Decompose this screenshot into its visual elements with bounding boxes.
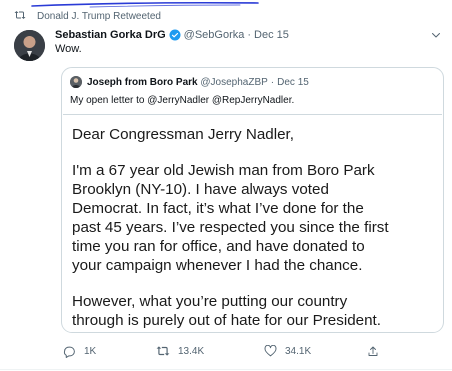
tweet-divider — [0, 369, 452, 370]
separator: · — [270, 76, 275, 88]
like-icon — [264, 345, 277, 357]
chevron-down-icon[interactable] — [430, 28, 442, 46]
reply-count: 1K — [84, 345, 97, 357]
quote-date[interactable]: Dec 15 — [277, 77, 309, 88]
quote-text: My open letter to @JerryNadler @RepJerry… — [70, 95, 295, 106]
author-handle[interactable]: @SebGorka — [184, 29, 245, 41]
author-avatar[interactable] — [14, 30, 45, 61]
retweet-count: 13.4K — [178, 345, 205, 357]
tweet-text: Wow. — [55, 43, 82, 55]
tweet-actions: 1K 13.4K 34.1K — [55, 342, 415, 360]
quote-author-name[interactable]: Joseph from Boro Park — [87, 77, 198, 88]
retweet-context[interactable]: Donald J. Trump Retweeted — [14, 9, 161, 23]
quoted-tweet[interactable]: Joseph from Boro Park @JosephaZBP · Dec … — [61, 67, 444, 333]
tweet-date[interactable]: Dec 15 — [254, 29, 289, 41]
letter-line: However, what you’re putting our country — [72, 293, 348, 310]
quote-author-handle[interactable]: @JosephaZBP — [200, 77, 267, 88]
like-count: 34.1K — [285, 345, 312, 357]
author-name[interactable]: Sebastian Gorka DrG — [55, 29, 166, 41]
letter-line: I'm a 67 year old Jewish man from Boro P… — [72, 162, 375, 179]
letter-line: time you ran for office, and have donate… — [72, 238, 365, 255]
letter-line: past 45 years. I’ve respected you since … — [72, 219, 389, 236]
retweet-icon — [14, 10, 28, 23]
retweet-context-label: Donald J. Trump Retweeted — [37, 10, 161, 22]
reply-icon — [63, 346, 75, 358]
tweet-header: Sebastian Gorka DrG @SebGorka · Dec 15 — [55, 28, 442, 42]
quote-avatar[interactable] — [70, 76, 82, 88]
letter-image[interactable]: Dear Congressman Jerry Nadler, I'm a 67 … — [63, 114, 442, 332]
verified-badge-icon — [169, 29, 181, 41]
letter-line: your campaign whenever I had the chance. — [72, 257, 363, 274]
separator: · — [247, 29, 252, 41]
like-button[interactable]: 34.1K — [264, 342, 311, 360]
quote-header: Joseph from Boro Park @JosephaZBP · Dec … — [70, 75, 309, 89]
letter-line: through is purely out of hate for our Pr… — [72, 312, 381, 329]
reply-button[interactable]: 1K — [63, 342, 96, 360]
retweet-button[interactable]: 13.4K — [156, 342, 204, 360]
letter-line: Brooklyn (NY-10). I have always voted — [72, 181, 329, 198]
letter-line: Dear Congressman Jerry Nadler, — [72, 126, 294, 143]
retweet-icon — [156, 346, 170, 356]
share-button[interactable] — [367, 342, 387, 360]
letter-line: Democrat. In fact, it’s what I’ve done f… — [72, 200, 364, 217]
share-icon — [368, 346, 378, 356]
